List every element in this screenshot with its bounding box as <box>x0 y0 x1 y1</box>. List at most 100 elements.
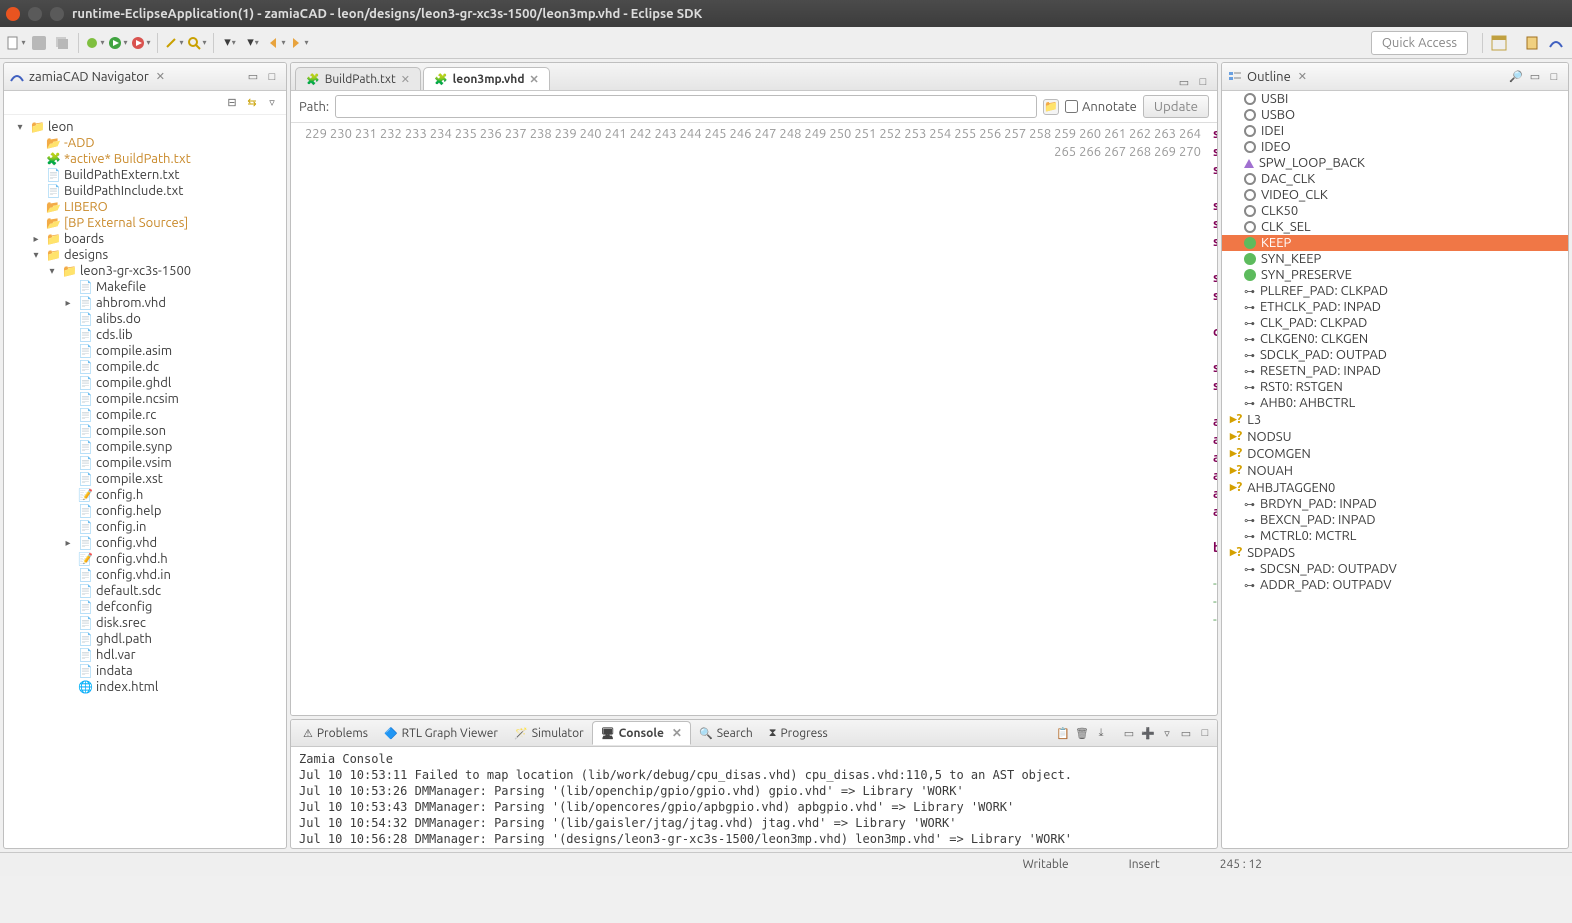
run-icon[interactable] <box>108 33 128 53</box>
path-input[interactable] <box>335 95 1037 118</box>
tree-item[interactable]: 📄indata <box>6 663 284 679</box>
outline-item[interactable]: ▸?L3 <box>1222 411 1568 428</box>
search-icon[interactable] <box>187 33 207 53</box>
outline-item[interactable]: ⊶MCTRL0: MCTRL <box>1222 528 1568 544</box>
tree-item[interactable]: 📄alibs.do <box>6 311 284 327</box>
tree-item[interactable]: 📄compile.xst <box>6 471 284 487</box>
save-icon[interactable] <box>29 33 49 53</box>
outline-item[interactable]: CLK50 <box>1222 203 1568 219</box>
perspective-open-icon[interactable] <box>1489 33 1509 53</box>
tree-item[interactable]: 📄config.in <box>6 519 284 535</box>
tree-item[interactable]: 📄default.sdc <box>6 583 284 599</box>
wand-icon[interactable] <box>164 33 184 53</box>
console-clear-icon[interactable]: 🗑 <box>1074 725 1090 741</box>
collapse-all-icon[interactable]: ⊟ <box>224 95 240 111</box>
tree-item[interactable]: 📄defconfig <box>6 599 284 615</box>
minimize-icon[interactable]: ▭ <box>245 69 261 85</box>
tree-item[interactable]: 📄compile.son <box>6 423 284 439</box>
outline-item[interactable]: ▸?NODSU <box>1222 428 1568 445</box>
outline-item[interactable]: IDEO <box>1222 139 1568 155</box>
tree-item[interactable]: ▾📁designs <box>6 247 284 263</box>
tree-item[interactable]: 📄config.help <box>6 503 284 519</box>
tree-item[interactable]: 📄Makefile <box>6 279 284 295</box>
tree-item[interactable]: 🧩*active* BuildPath.txt <box>6 151 284 167</box>
tree-item[interactable]: 📂-ADD <box>6 135 284 151</box>
outline-search-icon[interactable]: 🔎 <box>1508 69 1524 85</box>
tree-item[interactable]: 📄BuildPathInclude.txt <box>6 183 284 199</box>
outline-item[interactable]: ⊶SDCSN_PAD: OUTPADV <box>1222 561 1568 577</box>
tree-item[interactable]: ▸📄ahbrom.vhd <box>6 295 284 311</box>
folder-icon[interactable]: 📁 <box>1043 99 1059 115</box>
maximize-icon[interactable]: □ <box>264 69 280 85</box>
tree-item[interactable]: 📄disk.srec <box>6 615 284 631</box>
outline-item[interactable]: SPW_LOOP_BACK <box>1222 155 1568 171</box>
tree-item[interactable]: 📄compile.vsim <box>6 455 284 471</box>
back-icon[interactable] <box>266 33 286 53</box>
forward-icon[interactable] <box>289 33 309 53</box>
console-pin-icon[interactable]: 📋 <box>1055 725 1071 741</box>
outline-item[interactable]: SYN_PRESERVE <box>1222 267 1568 283</box>
editor-body[interactable]: 229 230 231 232 233 234 235 236 237 238 … <box>291 123 1217 715</box>
outline-tree[interactable]: USBIUSBOIDEIIDEOSPW_LOOP_BACKDAC_CLKVIDE… <box>1222 91 1568 848</box>
tree-item[interactable]: 📄compile.ncsim <box>6 391 284 407</box>
editor-minimize-icon[interactable]: ▭ <box>1176 74 1192 90</box>
perspective-zamia-icon[interactable] <box>1546 33 1566 53</box>
outline-item[interactable]: ⊶AHB0: AHBCTRL <box>1222 395 1568 411</box>
debug-icon[interactable] <box>85 33 105 53</box>
tree-item[interactable]: 📝config.h <box>6 487 284 503</box>
console-output[interactable]: Zamia Console Jul 10 10:53:11 Failed to … <box>291 747 1217 848</box>
outline-min-icon[interactable]: ▭ <box>1527 69 1543 85</box>
tree-item[interactable]: 📄cds.lib <box>6 327 284 343</box>
bottom-tab[interactable]: ⚠Problems <box>295 723 376 744</box>
console-new-icon[interactable]: ➕ <box>1140 725 1156 741</box>
outline-item[interactable]: CLK_SEL <box>1222 219 1568 235</box>
nav-menu-icon[interactable]: ▾ <box>220 33 240 53</box>
editor-tab[interactable]: 🧩BuildPath.txt✕ <box>295 67 421 90</box>
tree-item[interactable]: 📄compile.asim <box>6 343 284 359</box>
save-all-icon[interactable] <box>52 33 72 53</box>
outline-item[interactable]: KEEP <box>1222 235 1568 251</box>
view-menu-icon[interactable]: ▿ <box>264 95 280 111</box>
tree-item[interactable]: 📄BuildPathExtern.txt <box>6 167 284 183</box>
outline-item[interactable]: ⊶SDCLK_PAD: OUTPAD <box>1222 347 1568 363</box>
tree-item[interactable]: 📄compile.rc <box>6 407 284 423</box>
tree-item[interactable]: 📄ghdl.path <box>6 631 284 647</box>
tree-item[interactable]: 📄compile.synp <box>6 439 284 455</box>
tree-item[interactable]: ▸📁boards <box>6 231 284 247</box>
outline-item[interactable]: ⊶RESETN_PAD: INPAD <box>1222 363 1568 379</box>
bottom-tab[interactable]: 🪄Simulator <box>506 723 592 744</box>
close-icon[interactable]: ✕ <box>1298 70 1307 83</box>
outline-item[interactable]: IDEI <box>1222 123 1568 139</box>
outline-item[interactable]: ⊶BEXCN_PAD: INPAD <box>1222 512 1568 528</box>
tree-item[interactable]: 📄compile.ghdl <box>6 375 284 391</box>
outline-item[interactable]: ⊶BRDYN_PAD: INPAD <box>1222 496 1568 512</box>
navigator-tree[interactable]: ▾📁leon📂-ADD🧩*active* BuildPath.txt📄Build… <box>4 115 286 848</box>
navigator-tab[interactable]: zamiaCAD Navigator ✕ <box>10 70 165 84</box>
tree-item[interactable]: ▸📄config.vhd <box>6 535 284 551</box>
console-scroll-icon[interactable]: ⤓ <box>1093 725 1109 741</box>
outline-item[interactable]: USBO <box>1222 107 1568 123</box>
outline-item[interactable]: ▸?DCOMGEN <box>1222 445 1568 462</box>
outline-item[interactable]: USBI <box>1222 91 1568 107</box>
bottom-tab[interactable]: 🔷RTL Graph Viewer <box>376 723 506 744</box>
window-close-icon[interactable] <box>6 7 20 21</box>
tree-item[interactable]: 📄config.vhd.in <box>6 567 284 583</box>
outline-item[interactable]: VIDEO_CLK <box>1222 187 1568 203</box>
nav-menu2-icon[interactable]: ▾ <box>243 33 263 53</box>
tree-item[interactable]: 📄compile.dc <box>6 359 284 375</box>
editor-tab[interactable]: 🧩leon3mp.vhd✕ <box>423 67 550 90</box>
console-max-icon[interactable]: □ <box>1197 725 1213 741</box>
close-icon[interactable]: ✕ <box>156 70 165 83</box>
outline-item[interactable]: SYN_KEEP <box>1222 251 1568 267</box>
console-menu-icon[interactable]: ▿ <box>1159 725 1175 741</box>
bottom-tab[interactable]: ⧗Progress <box>761 723 836 744</box>
update-button[interactable]: Update <box>1143 95 1209 118</box>
outline-item[interactable]: ⊶CLKGEN0: CLKGEN <box>1222 331 1568 347</box>
console-open-icon[interactable]: ▭ <box>1121 725 1137 741</box>
bottom-tab[interactable]: 🔍Search <box>691 723 761 744</box>
outline-item[interactable]: ⊶PLLREF_PAD: CLKPAD <box>1222 283 1568 299</box>
tree-item[interactable]: ▾📁leon3-gr-xc3s-1500 <box>6 263 284 279</box>
console-min-icon[interactable]: ▭ <box>1178 725 1194 741</box>
quick-access-button[interactable]: Quick Access <box>1371 31 1468 55</box>
outline-item[interactable]: ▸?SDPADS <box>1222 544 1568 561</box>
